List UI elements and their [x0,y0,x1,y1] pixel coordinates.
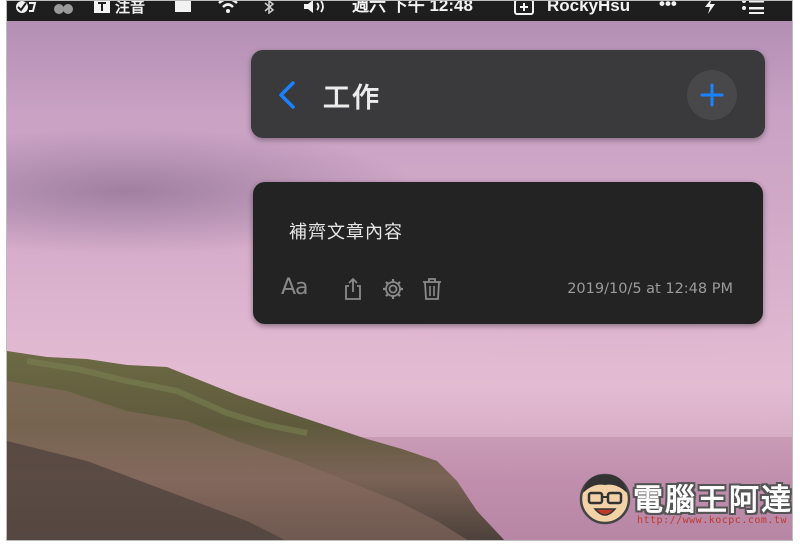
chevron-left-icon [279,81,295,109]
menubar-datetime[interactable]: 週六 下午 12:48 [352,1,473,18]
volume-icon[interactable] [302,1,328,19]
gear-icon [383,279,403,299]
share-button[interactable] [343,277,363,305]
note-card[interactable]: 補齊文章內容 Aa 2019/10/5 at 12:48 PM [253,182,763,324]
note-timestamp: 2019/10/5 at 12:48 PM [567,281,733,297]
trash-icon [423,278,441,300]
note-settings-button[interactable] [381,277,405,305]
font-style-button[interactable]: Aa [281,275,309,300]
checkmark-circle-icon[interactable] [15,1,37,19]
folder-title: 工作 [323,83,381,114]
calendar-icon[interactable] [513,1,535,20]
input-method-icon[interactable] [93,1,111,19]
screenshot-frame: 注音 週六 下午 12:48 RockyHsu ••• 工作 補齊文章內容 Aa… [6,0,793,541]
back-button[interactable] [277,80,297,110]
watermark: 電腦王阿達 http://www.kocpc.com.tw [577,469,793,539]
watermark-brand: 電腦王阿達 [633,483,793,518]
mascot-face-icon [579,473,631,525]
puzzle-icon[interactable] [172,1,194,19]
delete-note-button[interactable] [421,277,443,305]
notification-list-icon[interactable] [741,1,765,19]
menu-bar: 注音 週六 下午 12:48 RockyHsu ••• [7,1,792,21]
note-content[interactable]: 補齊文章內容 [289,218,403,244]
menubar-more[interactable]: ••• [659,1,677,16]
add-note-button[interactable] [687,70,737,120]
input-method-label[interactable]: 注音 [115,1,145,20]
menubar-username[interactable]: RockyHsu [547,1,630,18]
plus-icon [700,83,724,107]
share-icon [345,277,361,300]
watermark-url: http://www.kocpc.com.tw [637,515,787,526]
bolt-icon[interactable] [703,1,717,19]
cloud-icon[interactable] [53,1,75,20]
folder-header-panel: 工作 [251,50,765,138]
bluetooth-icon[interactable] [262,1,276,19]
wifi-icon[interactable] [217,1,239,18]
